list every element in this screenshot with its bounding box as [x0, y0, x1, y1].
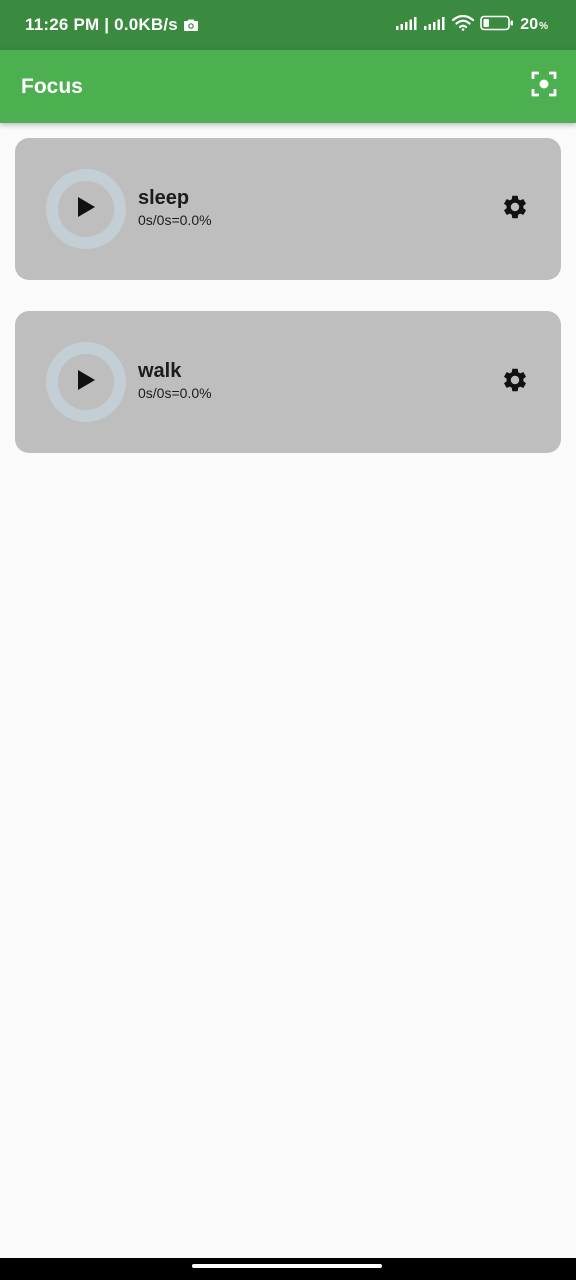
home-indicator[interactable] [192, 1264, 382, 1268]
play-button[interactable] [58, 354, 114, 410]
task-name: walk [138, 360, 182, 382]
task-card-walk[interactable]: walk 0s/0s=0.0% [15, 311, 561, 453]
gear-icon [501, 366, 529, 399]
status-right: 20% [396, 0, 548, 50]
play-icon [75, 368, 97, 397]
signal-icon [396, 16, 418, 35]
settings-button[interactable] [499, 193, 531, 225]
battery-icon [480, 15, 514, 36]
settings-button[interactable] [499, 366, 531, 398]
status-bar: 11:26 PM | 0.0KB/s 20 % [0, 0, 576, 50]
play-button[interactable] [58, 181, 114, 237]
app-bar: Focus [0, 50, 576, 123]
status-time: 11:26 PM | 0.0KB/s [25, 15, 178, 34]
play-icon [75, 195, 97, 224]
signal-icon-2 [424, 16, 446, 35]
status-left: 11:26 PM | 0.0KB/s [25, 0, 199, 50]
wifi-icon [452, 14, 475, 36]
progress-ring [46, 169, 126, 249]
task-progress: 0s/0s=0.0% [138, 385, 212, 401]
focus-scan-icon [531, 71, 557, 102]
battery-unit: % [539, 21, 548, 32]
focus-scan-button[interactable] [528, 70, 560, 102]
task-card-sleep[interactable]: sleep 0s/0s=0.0% [15, 138, 561, 280]
progress-ring [46, 342, 126, 422]
task-progress: 0s/0s=0.0% [138, 212, 212, 228]
gear-icon [501, 193, 529, 226]
battery-value: 20 [520, 16, 539, 33]
battery-percentage: 20% [520, 16, 548, 34]
camera-icon [183, 18, 199, 32]
app-title: Focus [21, 74, 83, 98]
navigation-bar [0, 1258, 576, 1280]
task-name: sleep [138, 187, 190, 209]
